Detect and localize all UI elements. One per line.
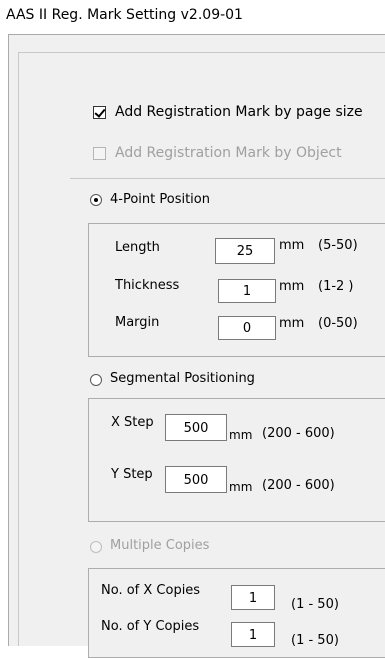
x-copies-input[interactable]: 1 <box>231 585 275 610</box>
y-step-unit: mm <box>229 480 253 494</box>
x-step-label: X Step <box>111 415 154 430</box>
add-by-object-checkbox[interactable] <box>93 147 106 160</box>
length-range: (5-50) <box>318 238 358 253</box>
margin-input[interactable]: 0 <box>218 316 276 340</box>
separator <box>70 178 385 179</box>
margin-unit: mm <box>279 316 305 331</box>
add-by-page-size-checkbox[interactable] <box>93 106 106 119</box>
multiple-copies-label: Multiple Copies <box>110 538 210 553</box>
y-step-input[interactable]: 500 <box>165 466 227 493</box>
add-by-page-size-label: Add Registration Mark by page size <box>115 104 363 120</box>
length-label: Length <box>115 240 160 255</box>
margin-range: (0-50) <box>318 316 358 331</box>
x-copies-range: (1 - 50) <box>291 597 339 612</box>
four-point-radio[interactable] <box>90 194 102 206</box>
y-copies-input[interactable]: 1 <box>231 622 275 647</box>
y-step-range: (200 - 600) <box>262 478 335 493</box>
thickness-label: Thickness <box>115 278 180 293</box>
title-bar[interactable]: AAS II Reg. Mark Setting v2.09-01 <box>0 0 385 34</box>
x-step-input[interactable]: 500 <box>165 414 227 441</box>
multiple-copies-radio[interactable] <box>90 541 102 553</box>
thickness-unit: mm <box>279 279 305 294</box>
x-copies-label: No. of X Copies <box>101 583 201 598</box>
x-step-unit: mm <box>229 428 253 442</box>
thickness-range: (1-2 ) <box>318 279 354 294</box>
thickness-input[interactable]: 1 <box>218 279 276 303</box>
segmental-radio[interactable] <box>90 374 102 386</box>
x-step-range: (200 - 600) <box>262 426 335 441</box>
length-input[interactable]: 25 <box>215 238 275 264</box>
margin-label: Margin <box>115 315 160 330</box>
length-unit: mm <box>279 238 305 253</box>
y-step-label: Y Step <box>111 467 153 482</box>
four-point-label: 4-Point Position <box>110 192 210 207</box>
window-title: AAS II Reg. Mark Setting v2.09-01 <box>6 7 243 23</box>
add-by-object-label: Add Registration Mark by Object <box>115 145 342 161</box>
segmental-label: Segmental Positioning <box>110 371 255 386</box>
y-copies-label: No. of Y Copies <box>101 619 200 634</box>
